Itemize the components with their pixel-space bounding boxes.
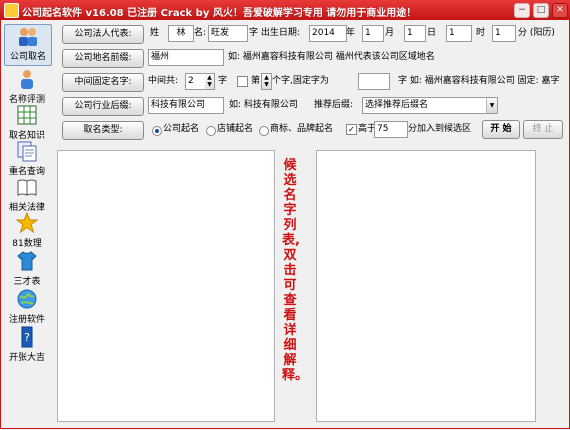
grid-icon (17, 105, 37, 125)
hour-input[interactable]: 1 (446, 25, 472, 42)
sidebar-label: 公司取名 (9, 52, 46, 62)
threshold-suffix-label: 分加入到候选区 (408, 124, 472, 134)
company-naming-label: 公司起名 (163, 124, 200, 134)
middle-count-stepper[interactable]: ▲ ▼ (205, 73, 215, 90)
char-unit-label: 字 (218, 76, 228, 86)
given-name-input[interactable]: 旺发 (208, 25, 248, 42)
sidebar-item-related-law[interactable]: 相关法律 (4, 176, 50, 213)
shop-naming-label: 店铺起名 (217, 124, 254, 134)
star-icon (16, 212, 38, 234)
documents-icon (17, 141, 37, 162)
threshold-input[interactable]: 75 (374, 121, 408, 138)
year-unit: 年 (346, 28, 356, 38)
fixed-char-input[interactable] (358, 73, 390, 90)
shop-naming-radio[interactable] (206, 126, 216, 136)
brand-naming-radio[interactable] (259, 126, 269, 136)
month-input[interactable]: 1 (362, 25, 384, 42)
fixed-char-label: 个字,固定字为 (272, 76, 329, 86)
minimize-button[interactable]: − (514, 3, 530, 18)
people-icon (19, 28, 37, 46)
book-icon (17, 179, 37, 196)
middle-count-input[interactable]: 2 (185, 73, 207, 90)
sidebar-item-naming-knowledge[interactable]: 取名知识 (4, 104, 50, 141)
globe-icon (17, 289, 37, 309)
middle-fixed-name-button[interactable]: 中间固定名字: (62, 73, 144, 92)
hour-unit: 时 (476, 28, 486, 38)
middle-name-hint: 字 如: 福州嘉容科技有限公司 固定: 嘉字 (398, 76, 560, 86)
year-input[interactable]: 2014 (309, 25, 347, 42)
minute-input[interactable]: 1 (492, 25, 516, 42)
sidebar-item-company-naming[interactable]: 公司取名 (4, 24, 52, 66)
recommend-suffix-label: 推荐后缀: (314, 100, 354, 110)
window-title: 公司起名软件 v16.08 已注册 Crack by 风火！吾爱破解学习专用 请… (22, 8, 417, 19)
birth-date-label: 字 出生日期: (249, 28, 300, 38)
chevron-down-icon[interactable]: ▼ (486, 98, 497, 113)
person-icon (21, 70, 33, 89)
sidebar-label: 81数理 (12, 239, 42, 249)
threshold-checkbox[interactable]: ✓ (346, 124, 357, 135)
sidebar-item-name-evaluation[interactable]: 名称评测 (4, 68, 50, 105)
sidebar-item-register-software[interactable]: 注册软件 (4, 288, 50, 325)
company-legal-rep-button[interactable]: 公司法人代表: (62, 25, 144, 44)
sidebar-label: 开张大吉 (8, 353, 45, 363)
day-input[interactable]: 1 (404, 25, 426, 42)
sidebar-label: 三才表 (13, 277, 41, 287)
shirt-icon (17, 251, 37, 271)
candidate-list-hint: 候选名字列表,双击可查看详细解释。 (282, 158, 309, 383)
generated-names-list[interactable] (57, 150, 275, 422)
month-unit: 月 (385, 28, 395, 38)
start-button[interactable]: 开 始 (482, 120, 520, 139)
sidebar-label: 注册软件 (8, 315, 45, 325)
industry-suffix-hint: 如: 科技有限公司 (229, 100, 298, 110)
recommend-suffix-value: 选择推荐后缀名 (365, 100, 429, 110)
company-naming-radio[interactable] (152, 126, 162, 136)
day-unit: 日 (427, 28, 437, 38)
sidebar-item-grand-opening[interactable]: ? 开张大吉 (4, 326, 50, 363)
sidebar-item-81-numerology[interactable]: 81数理 (4, 212, 50, 249)
nth-char-checkbox[interactable] (237, 76, 248, 87)
nth-stepper[interactable]: ▲ ▼ (261, 73, 272, 90)
surname-label: 姓 (150, 28, 160, 38)
sidebar-item-three-talents[interactable]: 三才表 (4, 250, 50, 287)
app-icon (4, 3, 19, 18)
surname-input[interactable]: 林 (168, 25, 194, 42)
brand-naming-label: 商标、品牌起名 (270, 124, 334, 134)
location-prefix-button[interactable]: 公司地名前缀: (62, 49, 144, 68)
stop-button[interactable]: 终 止 (523, 120, 563, 139)
given-name-label: 名: (194, 28, 207, 38)
location-prefix-input[interactable]: 福州 (148, 49, 224, 66)
svg-text:?: ? (24, 331, 30, 344)
minute-unit: 分 (阳历) (518, 28, 555, 38)
industry-suffix-input[interactable]: 科技有限公司 (148, 97, 224, 114)
recommend-suffix-select[interactable]: 选择推荐后缀名 ▼ (362, 97, 498, 114)
naming-type-button[interactable]: 取名类型: (62, 121, 144, 140)
close-button[interactable]: ✕ (552, 3, 568, 18)
title-bar: 公司起名软件 v16.08 已注册 Crack by 风火！吾爱破解学习专用 请… (0, 0, 570, 20)
banner-icon: ? (21, 326, 33, 348)
maximize-button[interactable]: □ (533, 3, 549, 18)
middle-count-label: 中间共: (148, 76, 179, 86)
location-prefix-hint: 如: 福州嘉容科技有限公司 福州代表该公司区域地名 (228, 52, 435, 62)
industry-suffix-button[interactable]: 公司行业后缀: (62, 97, 144, 116)
candidate-names-list[interactable] (316, 150, 536, 422)
sidebar-item-duplicate-search[interactable]: 重名查询 (4, 140, 50, 177)
